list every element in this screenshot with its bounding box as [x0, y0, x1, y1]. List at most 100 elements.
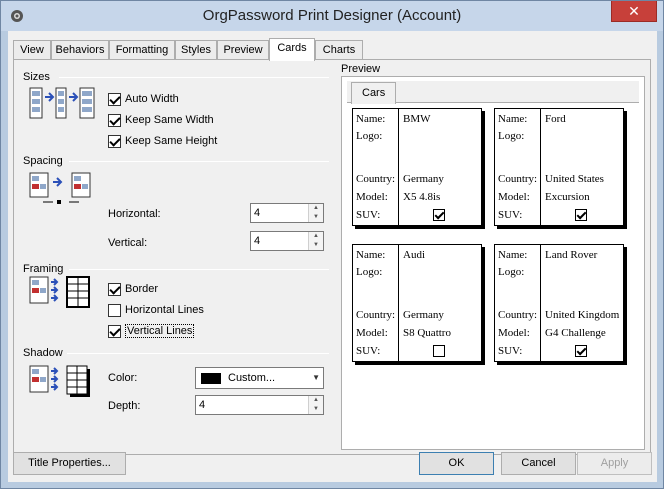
keep-same-width-checkbox[interactable]: Keep Same Width	[108, 112, 214, 128]
card-field-label: SUV:	[356, 345, 381, 357]
card-row-name: Name: Ford	[495, 112, 625, 128]
card-row-logo: Logo:	[495, 265, 625, 281]
card-field-label: Logo:	[498, 266, 525, 278]
card-field-label: SUV:	[498, 209, 523, 221]
card-row-country: Country: Germany	[353, 172, 483, 188]
preview-tab-cars[interactable]: Cars	[351, 82, 397, 104]
keep-same-height-check-icon[interactable]	[108, 134, 121, 148]
tab-cards[interactable]: Cards	[269, 38, 315, 61]
card-row-model: Model: X5 4.8is	[353, 190, 483, 206]
horizontal-lines-checkbox[interactable]: Horizontal Lines	[108, 302, 204, 318]
shadow-color-value: Custom...	[228, 372, 276, 384]
print-designer-window: OrgPassword Print Designer (Account) ✕ V…	[0, 0, 664, 489]
card-field-label: Name:	[498, 249, 528, 261]
card-field-value: Ford	[545, 113, 566, 125]
card-field-value: United States	[545, 173, 604, 185]
card-field-value: Germany	[403, 309, 444, 321]
tab-formatting[interactable]: Formatting	[109, 40, 175, 60]
vertical-lines-checkbox[interactable]: Vertical Lines	[108, 323, 195, 339]
framing-divider	[69, 269, 329, 270]
vertical-spacing-label: Vertical:	[108, 237, 148, 249]
sizes-group-label: Sizes	[23, 71, 50, 83]
shadow-depth-label: Depth:	[108, 400, 141, 412]
card-field-label: Name:	[356, 249, 386, 261]
suv-checkbox-icon	[433, 345, 445, 357]
tab-charts[interactable]: Charts	[315, 40, 363, 60]
card-field-value: X5 4.8is	[403, 191, 441, 203]
shadow-depth-value: 4	[199, 399, 206, 411]
card-row-suv: SUV:	[353, 344, 483, 360]
spin-down-icon[interactable]: ▼	[309, 213, 323, 222]
card-field-label: Logo:	[356, 266, 383, 278]
preview-card: Name: Land Rover Logo: Country: United Kingd…	[494, 244, 624, 362]
border-checkbox[interactable]: Border	[108, 281, 158, 297]
shadow-group-label: Shadow	[23, 347, 63, 359]
card-row-model: Model: Excursion	[495, 190, 625, 206]
card-field-label: Name:	[356, 113, 386, 125]
card-row-logo: Logo:	[353, 129, 483, 145]
card-field-value: BMW	[403, 113, 431, 125]
border-check-icon[interactable]	[108, 282, 121, 296]
horizontal-spin-buttons[interactable]: ▲ ▼	[308, 204, 323, 222]
cancel-button[interactable]: Cancel	[501, 452, 576, 475]
spacing-divider	[69, 161, 329, 162]
spin-up-icon[interactable]: ▲	[309, 396, 323, 405]
keep-same-height-checkbox[interactable]: Keep Same Height	[108, 133, 217, 149]
ok-button[interactable]: OK	[419, 452, 494, 475]
close-button[interactable]: ✕	[611, 1, 657, 22]
card-row-suv: SUV:	[495, 344, 625, 360]
chevron-down-icon[interactable]: ▼	[312, 373, 320, 382]
cards-tab-panel: Sizes Auto Width Keep Same Width Keep Sa…	[13, 59, 651, 455]
sizes-divider	[59, 77, 329, 78]
card-field-label: Model:	[356, 327, 388, 339]
card-row-suv: SUV:	[495, 208, 625, 224]
suv-checkbox-icon	[433, 209, 445, 221]
card-preview-area: Cars Name: BMW Logo: Country: Germany Model: X…	[341, 76, 645, 450]
card-row-suv: SUV:	[353, 208, 483, 224]
card-field-label: SUV:	[356, 209, 381, 221]
horizontal-lines-check-icon[interactable]	[108, 303, 121, 317]
card-field-label: Country:	[356, 309, 396, 321]
shadow-depth-stepper[interactable]: 4 ▲ ▼	[195, 395, 324, 415]
vertical-lines-check-icon[interactable]	[108, 324, 121, 338]
vertical-spacing-stepper[interactable]: 4 ▲ ▼	[250, 231, 324, 251]
title-properties-button[interactable]: Title Properties...	[13, 452, 126, 475]
spin-up-icon[interactable]: ▲	[309, 204, 323, 213]
depth-spin-buttons[interactable]: ▲ ▼	[308, 396, 323, 414]
horizontal-spacing-stepper[interactable]: 4 ▲ ▼	[250, 203, 324, 223]
spacing-group-label: Spacing	[23, 155, 63, 167]
tab-behaviors[interactable]: Behaviors	[51, 40, 109, 60]
card-row-country: Country: Germany	[353, 308, 483, 324]
card-sizes-icon	[29, 87, 95, 119]
tab-view[interactable]: View	[13, 40, 51, 60]
auto-width-check-icon[interactable]	[108, 92, 121, 106]
horizontal-spacing-value: 4	[254, 207, 261, 219]
card-field-value: Germany	[403, 173, 444, 185]
card-field-label: Model:	[498, 327, 530, 339]
spin-up-icon[interactable]: ▲	[309, 232, 323, 241]
card-field-label: Country:	[498, 309, 538, 321]
close-icon: ✕	[628, 3, 640, 19]
card-field-label: Model:	[498, 191, 530, 203]
horizontal-spacing-label: Horizontal:	[108, 208, 161, 220]
auto-width-checkbox[interactable]: Auto Width	[108, 91, 179, 107]
card-row-name: Name: BMW	[353, 112, 483, 128]
keep-same-width-check-icon[interactable]	[108, 113, 121, 127]
spin-down-icon[interactable]: ▼	[309, 241, 323, 250]
tab-preview[interactable]: Preview	[217, 40, 269, 60]
card-spacing-icon	[29, 172, 91, 204]
apply-button[interactable]: Apply	[577, 452, 652, 475]
card-row-model: Model: G4 Challenge	[495, 326, 625, 342]
suv-checkbox-icon	[575, 209, 587, 221]
spin-down-icon[interactable]: ▼	[309, 405, 323, 414]
horizontal-lines-label: Horizontal Lines	[125, 304, 204, 316]
vertical-spin-buttons[interactable]: ▲ ▼	[308, 232, 323, 250]
card-row-country: Country: United States	[495, 172, 625, 188]
tab-styles[interactable]: Styles	[175, 40, 217, 60]
card-field-value: United Kingdom	[545, 309, 620, 321]
card-field-value: Audi	[403, 249, 425, 261]
shadow-color-dropdown[interactable]: Custom... ▼	[195, 367, 324, 389]
card-row-name: Name: Audi	[353, 248, 483, 264]
auto-width-label: Auto Width	[125, 93, 179, 105]
shadow-color-label: Color:	[108, 372, 138, 384]
